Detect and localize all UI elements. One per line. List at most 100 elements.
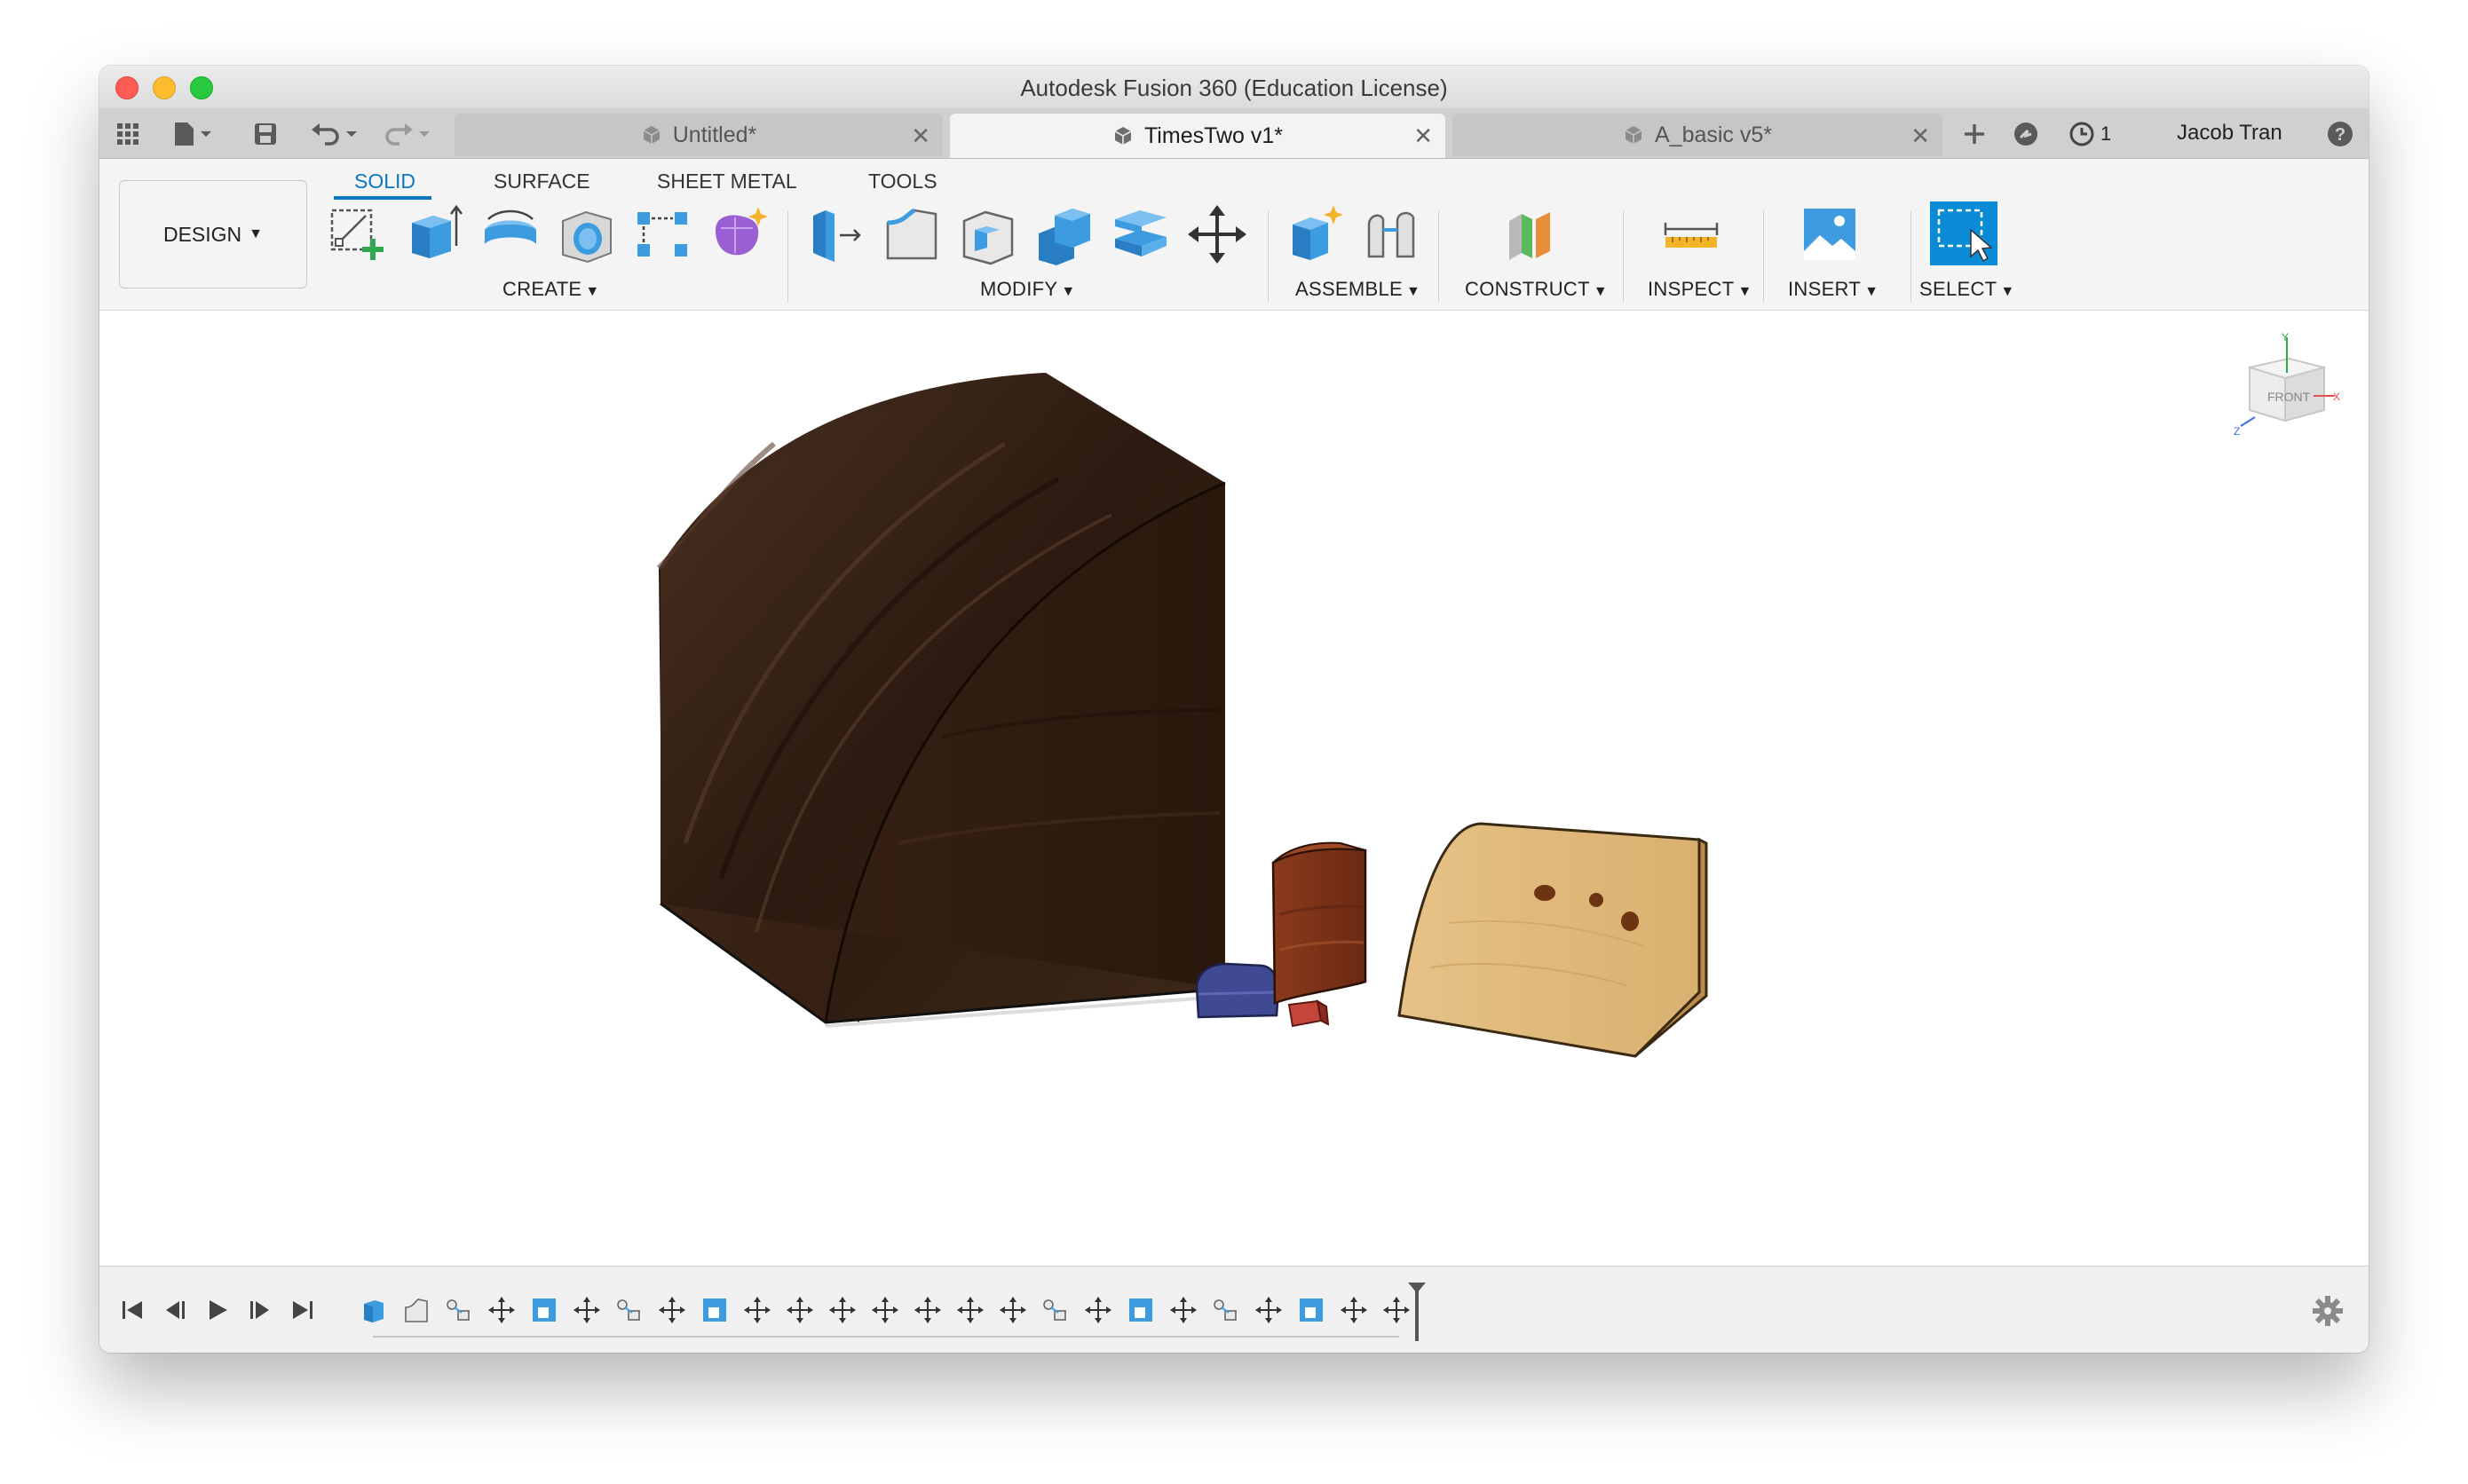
plane-icon[interactable]	[1500, 203, 1562, 265]
user-name[interactable]: Jacob Tran	[2177, 121, 2282, 146]
timeline-feature-fillet-icon[interactable]	[401, 1295, 431, 1325]
revolve-icon[interactable]	[479, 203, 542, 265]
job-count: 1	[2100, 122, 2112, 145]
fillet-icon[interactable]	[881, 203, 943, 265]
timeline-feature-joint-icon[interactable]	[444, 1295, 474, 1325]
help-icon[interactable]: ?	[2326, 121, 2354, 147]
timeline-settings-gear-icon[interactable]	[2312, 1295, 2344, 1327]
timeline-track	[373, 1336, 1399, 1338]
timeline-feature-move-icon[interactable]	[572, 1295, 602, 1325]
timeline-feature-move-icon[interactable]	[998, 1295, 1028, 1325]
caret-down-icon: ▼	[1737, 284, 1752, 299]
workspace-label: DESIGN	[162, 222, 242, 246]
extrude-icon[interactable]	[403, 203, 465, 265]
pine-block[interactable]	[1397, 822, 1708, 1058]
redo-icon[interactable]	[380, 121, 433, 147]
file-menu-icon[interactable]	[172, 121, 217, 147]
model-scene[interactable]	[99, 311, 2369, 1266]
measure-icon[interactable]	[1660, 203, 1722, 265]
select-icon[interactable]	[1928, 200, 1999, 267]
caret-down-icon: ▼	[2000, 284, 2015, 299]
close-tab-icon[interactable]: ✕	[911, 122, 930, 150]
tab-label: A_basic v5*	[1654, 122, 1773, 147]
cherry-block[interactable]	[1271, 841, 1367, 1005]
assemble-menu[interactable]: ASSEMBLE ▼	[1295, 278, 1420, 301]
offset-face-icon[interactable]	[1110, 203, 1172, 265]
close-tab-icon[interactable]: ✕	[1413, 122, 1433, 150]
timeline-marker[interactable]	[1404, 1281, 1429, 1343]
move-icon[interactable]	[1186, 203, 1248, 265]
document-tab-untitled[interactable]: Untitled* ✕	[455, 114, 943, 156]
data-panel-grid-icon[interactable]	[115, 121, 140, 147]
select-menu[interactable]: SELECT ▼	[1919, 278, 2015, 301]
new-component-icon[interactable]	[1285, 203, 1348, 265]
caret-down-icon: ▼	[1406, 284, 1421, 299]
blue-block[interactable]	[1195, 962, 1280, 1019]
timeline-feature-move-icon[interactable]	[1083, 1295, 1113, 1325]
combine-icon[interactable]	[1033, 203, 1096, 265]
job-status-button[interactable]: 1	[2069, 121, 2111, 147]
timeline-feature-joint-icon[interactable]	[1211, 1295, 1241, 1325]
insert-image-icon[interactable]	[1799, 203, 1861, 265]
3d-viewport[interactable]: FRONT Y X Z	[99, 311, 2369, 1266]
extensions-icon[interactable]	[2012, 121, 2040, 147]
joint-icon[interactable]	[1362, 203, 1424, 265]
modify-menu[interactable]: MODIFY ▼	[980, 278, 1076, 301]
window-title: Autodesk Fusion 360 (Education License)	[1020, 75, 1448, 101]
step-back-icon[interactable]	[162, 1297, 188, 1323]
timeline-feature-move-icon[interactable]	[913, 1295, 943, 1325]
create-form-icon[interactable]	[708, 203, 771, 265]
timeline-feature-move-icon[interactable]	[657, 1295, 687, 1325]
document-tab-a-basic[interactable]: A_basic v5* ✕	[1452, 114, 1942, 156]
toolbar-ribbon: DESIGN ▼ SOLID SURFACE SHEET METAL TOOLS	[99, 159, 2369, 311]
close-tab-icon[interactable]: ✕	[1910, 122, 1930, 150]
new-sketch-icon[interactable]	[327, 203, 389, 265]
divider	[1910, 210, 1911, 303]
timeline-feature-joint-icon[interactable]	[1040, 1295, 1071, 1325]
create-menu[interactable]: CREATE ▼	[502, 278, 600, 301]
timeline-feature-move-icon[interactable]	[742, 1295, 772, 1325]
timeline-feature-move-icon[interactable]	[1254, 1295, 1284, 1325]
timeline-feature-extrude-icon[interactable]	[359, 1295, 389, 1325]
chevron-down-icon: ▼	[249, 226, 264, 241]
undo-icon[interactable]	[309, 121, 362, 147]
timeline-feature-move-icon[interactable]	[870, 1295, 900, 1325]
timeline-feature-move-icon[interactable]	[827, 1295, 858, 1325]
insert-menu[interactable]: INSERT ▼	[1788, 278, 1879, 301]
timeline-feature-shell-icon[interactable]	[1126, 1295, 1156, 1325]
timeline-feature-joint-icon[interactable]	[614, 1295, 645, 1325]
caret-down-icon: ▼	[1593, 284, 1608, 299]
tab-sheet-metal[interactable]: SHEET METAL	[657, 170, 797, 193]
shell-icon[interactable]	[957, 203, 1019, 265]
timeline-feature-shell-icon[interactable]	[700, 1295, 730, 1325]
step-forward-icon[interactable]	[247, 1297, 273, 1323]
inspect-menu[interactable]: INSPECT ▼	[1648, 278, 1752, 301]
hole-icon[interactable]	[556, 203, 618, 265]
press-pull-icon[interactable]	[804, 203, 866, 265]
timeline-feature-shell-icon[interactable]	[529, 1295, 559, 1325]
new-tab-plus-icon[interactable]	[1953, 121, 1996, 147]
timeline-feature-move-icon[interactable]	[486, 1295, 517, 1325]
tab-tools[interactable]: TOOLS	[868, 170, 937, 193]
play-icon[interactable]	[204, 1297, 231, 1323]
timeline-feature-shell-icon[interactable]	[1296, 1295, 1326, 1325]
timeline-feature-move-icon[interactable]	[785, 1295, 815, 1325]
timeline-feature-move-icon[interactable]	[1168, 1295, 1198, 1325]
group-label: INSERT	[1788, 278, 1862, 300]
construct-menu[interactable]: CONSTRUCT ▼	[1465, 278, 1608, 301]
document-tab-timestwo[interactable]: TimesTwo v1* ✕	[950, 114, 1445, 158]
pattern-icon[interactable]	[632, 203, 694, 265]
timeline-bar	[99, 1266, 2369, 1353]
tab-label: TimesTwo v1*	[1143, 122, 1284, 148]
save-icon[interactable]	[252, 121, 279, 147]
tab-solid[interactable]: SOLID	[354, 170, 415, 193]
go-to-start-icon[interactable]	[119, 1297, 146, 1323]
red-block[interactable]	[1287, 999, 1330, 1028]
workspace-switcher[interactable]: DESIGN ▼	[119, 180, 307, 288]
timeline-feature-move-icon[interactable]	[1339, 1295, 1369, 1325]
timeline-feature-move-icon[interactable]	[955, 1295, 985, 1325]
go-to-end-icon[interactable]	[289, 1297, 316, 1323]
view-cube[interactable]: FRONT Y X Z	[2228, 332, 2344, 447]
component-cube-icon	[641, 124, 662, 146]
tab-surface[interactable]: SURFACE	[494, 170, 590, 193]
